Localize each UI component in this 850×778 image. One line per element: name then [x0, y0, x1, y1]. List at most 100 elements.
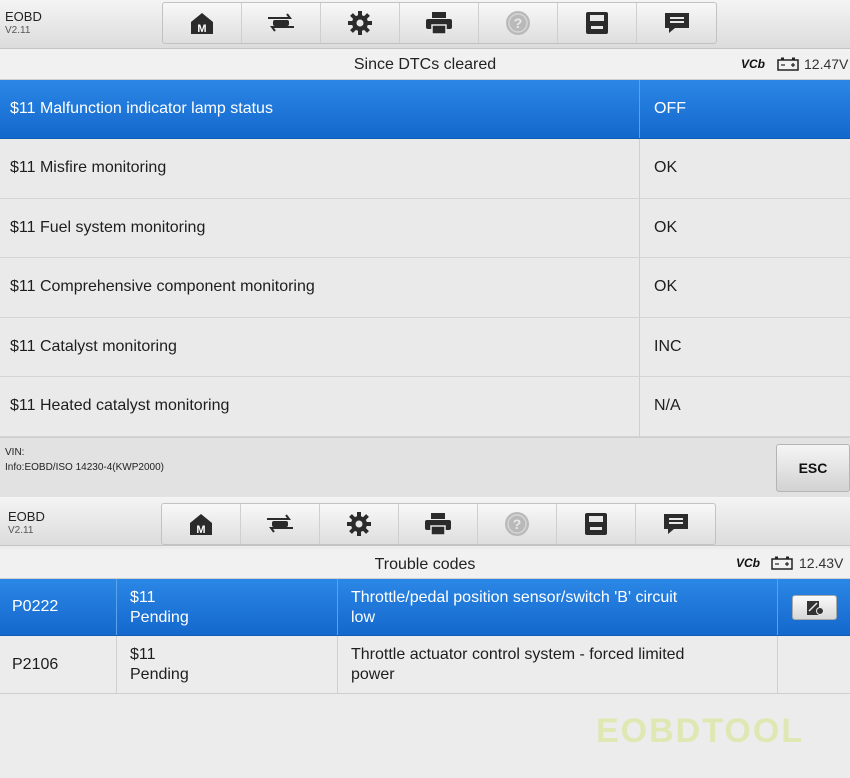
home-icon: M	[191, 13, 213, 35]
home-button[interactable]: M	[162, 504, 241, 544]
table-row[interactable]: $11 Comprehensive component monitoring O…	[0, 258, 850, 318]
table-row[interactable]: $11 Fuel system monitoring OK	[0, 199, 850, 258]
settings-button[interactable]	[320, 504, 399, 544]
printer-icon	[425, 513, 451, 536]
app-name: EOBD	[8, 509, 45, 524]
dtc-mode: $11	[130, 646, 156, 663]
dtc-state: Pending	[130, 609, 189, 626]
column-divider	[639, 258, 640, 317]
message-button[interactable]	[636, 504, 715, 544]
row-label: $11 Catalyst monitoring	[10, 338, 177, 355]
row-value: INC	[654, 338, 682, 355]
screen-since-dtcs-cleared: EOBD V2.11 M ? Since DTCs cleared VCb 12…	[0, 0, 850, 498]
column-divider	[639, 377, 640, 436]
page-title: Trouble codes	[374, 556, 476, 573]
home-icon: M	[190, 514, 212, 536]
dtc-mode: $11	[130, 589, 156, 606]
column-divider	[116, 636, 117, 693]
help-button[interactable]: ?	[478, 504, 557, 544]
vci-label: VCb	[736, 556, 760, 570]
esc-button[interactable]: ESC	[776, 444, 850, 492]
column-divider	[116, 579, 117, 635]
row-value: OFF	[654, 100, 686, 117]
column-divider	[777, 636, 778, 693]
svg-text:?: ?	[514, 15, 523, 31]
help-button[interactable]: ?	[479, 3, 558, 43]
row-label: $11 Malfunction indicator lamp status	[10, 100, 273, 117]
voltage-readout: 12.43V	[799, 555, 844, 571]
vci-label: VCb	[741, 57, 765, 71]
protocol-info: Info:EOBD/ISO 14230-4(KWP2000)	[5, 462, 164, 473]
table-row[interactable]: P2106 $11 Pending Throttle actuator cont…	[0, 636, 850, 694]
vehicle-swap-button[interactable]	[242, 3, 321, 43]
settings-button[interactable]	[321, 3, 400, 43]
row-value: OK	[654, 159, 678, 176]
row-value: OK	[654, 278, 678, 295]
dtc-description-line2: power	[351, 666, 395, 683]
column-divider	[337, 636, 338, 693]
row-value: OK	[654, 219, 678, 236]
battery-icon	[777, 57, 799, 71]
row-label: $11 Comprehensive component monitoring	[10, 278, 315, 295]
print-button[interactable]	[400, 3, 479, 43]
vehicle-swap-button[interactable]	[241, 504, 320, 544]
save-icon	[586, 12, 608, 34]
table-row[interactable]: P0222 $11 Pending Throttle/pedal positio…	[0, 579, 850, 636]
dtc-state: Pending	[130, 666, 189, 683]
row-label: $11 Fuel system monitoring	[10, 219, 206, 236]
row-label: $11 Misfire monitoring	[10, 159, 167, 176]
app-version: V2.11	[8, 525, 34, 536]
table-row[interactable]: $11 Heated catalyst monitoring N/A	[0, 377, 850, 437]
title-bar: Since DTCs cleared VCb 12.47V	[0, 49, 850, 80]
top-bar: EOBD V2.11 M ?	[0, 497, 850, 546]
voltage-readout: 12.47V	[804, 56, 849, 72]
table-row[interactable]: $11 Misfire monitoring OK	[0, 139, 850, 199]
gear-icon	[348, 11, 372, 35]
dtc-code: P2106	[12, 656, 59, 673]
message-button[interactable]	[637, 3, 716, 43]
row-value: N/A	[654, 397, 681, 414]
gear-icon	[347, 512, 371, 536]
svg-text:M: M	[197, 23, 206, 35]
app-version: V2.11	[5, 25, 31, 36]
column-divider	[639, 139, 640, 198]
vehicle-swap-icon	[267, 514, 293, 533]
dtc-description-line1: Throttle actuator control system - force…	[351, 646, 685, 663]
report-search-icon	[806, 600, 824, 615]
toolbar: M ?	[162, 2, 717, 44]
save-button[interactable]	[558, 3, 637, 43]
page-title: Since DTCs cleared	[353, 56, 497, 73]
dtc-description-line2: low	[351, 609, 376, 626]
column-divider	[639, 80, 640, 138]
row-label: $11 Heated catalyst monitoring	[10, 397, 230, 414]
table-row[interactable]: $11 Malfunction indicator lamp status OF…	[0, 80, 850, 139]
battery-icon	[771, 556, 793, 570]
save-button[interactable]	[557, 504, 636, 544]
table-row[interactable]: $11 Catalyst monitoring INC	[0, 318, 850, 377]
dtc-code: P0222	[12, 598, 59, 615]
message-icon	[663, 514, 688, 534]
vehicle-swap-icon	[268, 13, 294, 32]
column-divider	[777, 579, 778, 635]
print-button[interactable]	[399, 504, 478, 544]
home-button[interactable]: M	[163, 3, 242, 43]
column-divider	[639, 199, 640, 257]
vin-label: VIN:	[5, 447, 25, 458]
svg-text:M: M	[196, 524, 205, 536]
column-divider	[337, 579, 338, 635]
watermark-logo: EOBDTOOL	[596, 712, 805, 750]
app-name: EOBD	[5, 9, 42, 24]
column-divider	[639, 318, 640, 376]
save-icon	[585, 513, 607, 535]
toolbar: M ?	[161, 503, 716, 545]
footer-bar: VIN: Info:EOBD/ISO 14230-4(KWP2000) ESC	[0, 437, 850, 498]
svg-text:?: ?	[513, 516, 522, 532]
dtc-description-line1: Throttle/pedal position sensor/switch 'B…	[351, 589, 678, 606]
help-icon: ?	[506, 11, 530, 35]
message-icon	[664, 13, 689, 33]
printer-icon	[426, 12, 452, 35]
title-bar: Trouble codes VCb 12.43V	[0, 549, 850, 579]
top-bar: EOBD V2.11 M ?	[0, 0, 850, 49]
help-icon: ?	[505, 512, 529, 536]
dtc-help-button[interactable]	[792, 595, 837, 620]
